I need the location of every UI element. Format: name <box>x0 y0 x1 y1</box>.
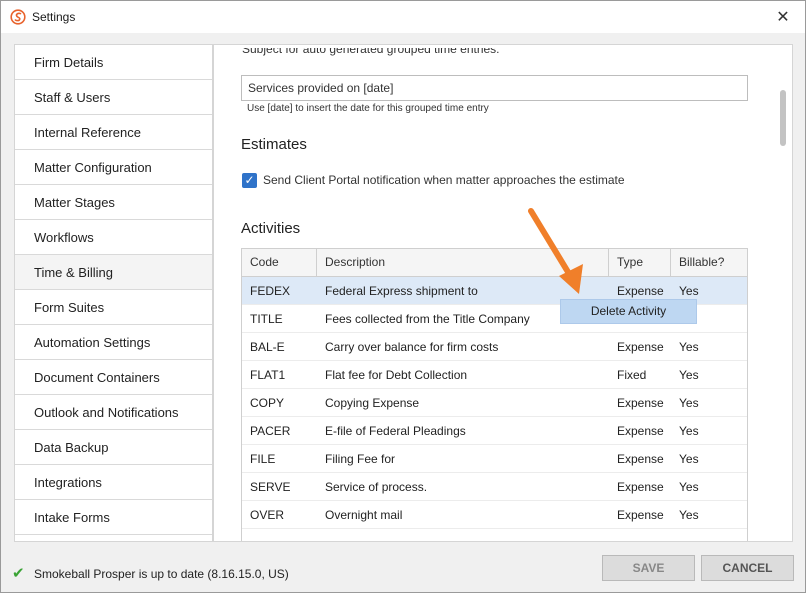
sidebar-item-staff-users[interactable]: Staff & Users <box>15 80 212 115</box>
cell-description: Service of process. <box>325 480 428 494</box>
table-row[interactable]: FLAT1 Flat fee for Debt Collection Fixed Ye… <box>242 361 747 389</box>
activities-table: Code Description Type Billable? FEDEX Fed… <box>241 248 748 541</box>
cell-code: FEDEX <box>250 284 291 298</box>
cell-description: Copying Expense <box>325 396 420 410</box>
table-header: Code Description Type Billable? <box>242 249 747 277</box>
cell-type: Expense <box>617 508 664 522</box>
cell-description: Filing Fee for <box>325 452 396 466</box>
cancel-button[interactable]: CANCEL <box>701 555 794 581</box>
close-button[interactable]: ✕ <box>773 7 793 27</box>
sidebar-item-internal-reference[interactable]: Internal Reference <box>15 115 212 150</box>
smokeball-logo-icon <box>10 9 26 25</box>
sidebar-item-integrations[interactable]: Integrations <box>15 465 212 500</box>
settings-window: Settings ✕ Firm Details Staff & Users Inte… <box>0 0 806 593</box>
cell-billable: Yes <box>679 396 699 410</box>
sidebar-item-intake-forms[interactable]: Intake Forms <box>15 500 212 535</box>
settings-sidebar: Firm Details Staff & Users Internal Refere… <box>14 44 213 542</box>
table-row[interactable]: PACER E-file of Federal Pleadings Expense Y… <box>242 417 747 445</box>
cell-code: PACER <box>250 424 291 438</box>
context-menu-delete-activity[interactable]: Delete Activity <box>560 299 697 324</box>
cell-type: Expense <box>617 396 664 410</box>
column-header-code[interactable]: Code <box>242 249 317 276</box>
table-row[interactable]: COPY Copying Expense Expense Yes <box>242 389 747 417</box>
cell-billable: Yes <box>679 424 699 438</box>
sidebar-item-time-billing[interactable]: Time & Billing <box>15 255 212 290</box>
table-row[interactable]: BAL-E Carry over balance for firm costs Ex… <box>242 333 747 361</box>
table-row[interactable]: SERVE Service of process. Expense Yes <box>242 473 747 501</box>
cell-code: COPY <box>250 396 285 410</box>
cell-billable: Yes <box>679 368 699 382</box>
sidebar-item-form-suites[interactable]: Form Suites <box>15 290 212 325</box>
update-status-text: Smokeball Prosper is up to date (8.16.15… <box>34 567 289 581</box>
cell-code: OVER <box>250 508 285 522</box>
save-button[interactable]: SAVE <box>602 555 695 581</box>
sidebar-item-document-containers[interactable]: Document Containers <box>15 360 212 395</box>
cell-description: E-file of Federal Pleadings <box>325 424 466 438</box>
grouped-subject-label: Subject for auto generated grouped time … <box>242 48 500 56</box>
cell-code: FLAT1 <box>250 368 286 382</box>
checkmark-icon: ✔ <box>12 564 25 582</box>
sidebar-item-firm-details[interactable]: Firm Details <box>15 45 212 80</box>
grouped-subject-input[interactable]: Services provided on [date] <box>241 75 748 101</box>
sidebar-item-matter-stages[interactable]: Matter Stages <box>15 185 212 220</box>
column-header-billable[interactable]: Billable? <box>671 249 747 276</box>
cell-billable: Yes <box>679 508 699 522</box>
sidebar-item-automation-settings[interactable]: Automation Settings <box>15 325 212 360</box>
activities-heading: Activities <box>241 220 301 237</box>
sidebar-item-workflows[interactable]: Workflows <box>15 220 212 255</box>
orange-arrow-icon <box>528 208 583 294</box>
cell-type: Expense <box>617 340 664 354</box>
cell-code: SERVE <box>250 480 291 494</box>
cell-code: FILE <box>250 452 276 466</box>
cell-type: Expense <box>617 480 664 494</box>
cell-type: Fixed <box>617 368 647 382</box>
cell-billable: Yes <box>679 340 699 354</box>
main-scrollbar[interactable] <box>774 45 792 541</box>
title-bar: Settings ✕ <box>1 1 805 33</box>
grouped-subject-hint: Use [date] to insert the date for this g… <box>247 103 489 114</box>
column-header-type[interactable]: Type <box>609 249 671 276</box>
cell-billable: Yes <box>679 452 699 466</box>
cell-billable: Yes <box>679 480 699 494</box>
estimates-heading: Estimates <box>241 136 307 153</box>
cell-code: BAL-E <box>250 340 285 354</box>
table-row[interactable]: FILE Filing Fee for Expense Yes <box>242 445 747 473</box>
sidebar-item-data-backup[interactable]: Data Backup <box>15 430 212 465</box>
cell-description: Flat fee for Debt Collection <box>325 368 468 382</box>
estimate-notification-label[interactable]: Send Client Portal notification when mat… <box>263 173 625 187</box>
cell-type: Expense <box>617 424 664 438</box>
estimate-notification-checkbox[interactable]: ✓ <box>242 173 257 188</box>
settings-main-panel: Subject for auto generated grouped time … <box>213 44 793 542</box>
cell-description: Overnight mail <box>325 508 403 522</box>
cell-type: Expense <box>617 452 664 466</box>
window-title: Settings <box>32 10 76 24</box>
cell-code: TITLE <box>250 312 283 326</box>
sidebar-item-outlook-and-notifications[interactable]: Outlook and Notifications <box>15 395 212 430</box>
scrollbar-thumb[interactable] <box>780 90 786 146</box>
cell-description: Carry over balance for firm costs <box>325 340 499 354</box>
table-row[interactable]: OVER Overnight mail Expense Yes <box>242 501 747 529</box>
sidebar-item-matter-configuration[interactable]: Matter Configuration <box>15 150 212 185</box>
